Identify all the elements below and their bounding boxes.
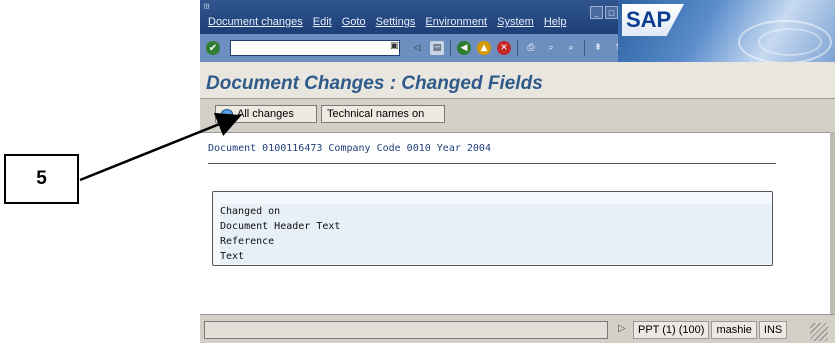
magnifier-icon (221, 109, 233, 119)
first-page-icon[interactable]: ⇞ (591, 41, 605, 55)
annotation-callout-box: 5 (4, 154, 79, 204)
system-info-server: mashie (711, 321, 757, 339)
print-icon[interactable]: ⎙ (524, 41, 538, 55)
list-item[interactable]: Reference (220, 234, 772, 249)
technical-names-label: Technical names on (327, 108, 425, 120)
cancel-icon[interactable]: ✕ (497, 41, 511, 55)
menu-document-changes[interactable]: Document changes (208, 16, 303, 28)
system-menu-icon[interactable]: ⊡ (204, 2, 209, 12)
all-changes-button[interactable]: All changes (215, 105, 317, 123)
list-item[interactable]: Changed on (220, 204, 772, 219)
technical-names-button[interactable]: Technical names on (321, 105, 445, 123)
resize-grip-icon[interactable] (810, 323, 828, 341)
all-changes-label: All changes (237, 108, 294, 120)
status-message-field (204, 321, 608, 339)
logo-area: SAP (618, 0, 835, 62)
menu-settings[interactable]: Settings (376, 16, 416, 28)
triangle-left-icon[interactable]: ◁ (410, 41, 424, 55)
menu-environment[interactable]: Environment (425, 16, 487, 28)
command-dropdown-icon[interactable]: ▣ (390, 41, 399, 51)
list-item[interactable]: Document Header Text (220, 219, 772, 234)
toolbar-separator (517, 40, 518, 56)
system-info: PPT (1) (100) mashie INS (633, 321, 789, 339)
system-info-system[interactable]: PPT (1) (100) (633, 321, 710, 339)
maximize-icon[interactable]: □ (605, 6, 618, 19)
decorative-swirl (758, 28, 822, 56)
changed-fields-list: Changed on Document Header Text Referenc… (212, 191, 773, 266)
enter-check-icon[interactable]: ✔ (206, 41, 220, 55)
list-item[interactable]: Text (220, 249, 772, 264)
menu-help[interactable]: Help (544, 16, 567, 28)
find-icon[interactable]: ⌕ (544, 41, 558, 55)
sap-logo: SAP (622, 4, 684, 36)
status-bar: ▷ PPT (1) (100) mashie INS (200, 314, 835, 343)
divider (208, 163, 776, 164)
command-field[interactable] (230, 40, 400, 56)
play-icon[interactable]: ▷ (618, 323, 626, 334)
document-info-line: Document 0100116473 Company Code 0010 Ye… (208, 143, 491, 154)
find-next-icon[interactable]: ⌕ (564, 41, 578, 55)
sap-window: ⊡ Document changes Edit Goto Settings En… (200, 0, 835, 343)
save-icon[interactable]: ▤ (430, 41, 444, 55)
title-bar: Document Changes : Changed Fields (200, 62, 835, 99)
system-info-mode[interactable]: INS (758, 321, 788, 339)
page-title: Document Changes : Changed Fields (206, 73, 543, 94)
menu-goto[interactable]: Goto (342, 16, 366, 28)
menu-edit[interactable]: Edit (313, 16, 332, 28)
minimize-icon[interactable]: _ (590, 6, 603, 19)
vertical-scrollbar[interactable] (830, 132, 835, 314)
annotation-callout-number: 5 (36, 168, 47, 189)
menu-system[interactable]: System (497, 16, 534, 28)
toolbar-separator (450, 40, 451, 56)
application-toolbar: All changes Technical names on (200, 99, 835, 126)
exit-icon[interactable]: ▲ (477, 41, 491, 55)
content-area: Document 0100116473 Company Code 0010 Ye… (200, 132, 830, 315)
back-icon[interactable]: ◀ (457, 41, 471, 55)
toolbar-separator (584, 40, 585, 56)
